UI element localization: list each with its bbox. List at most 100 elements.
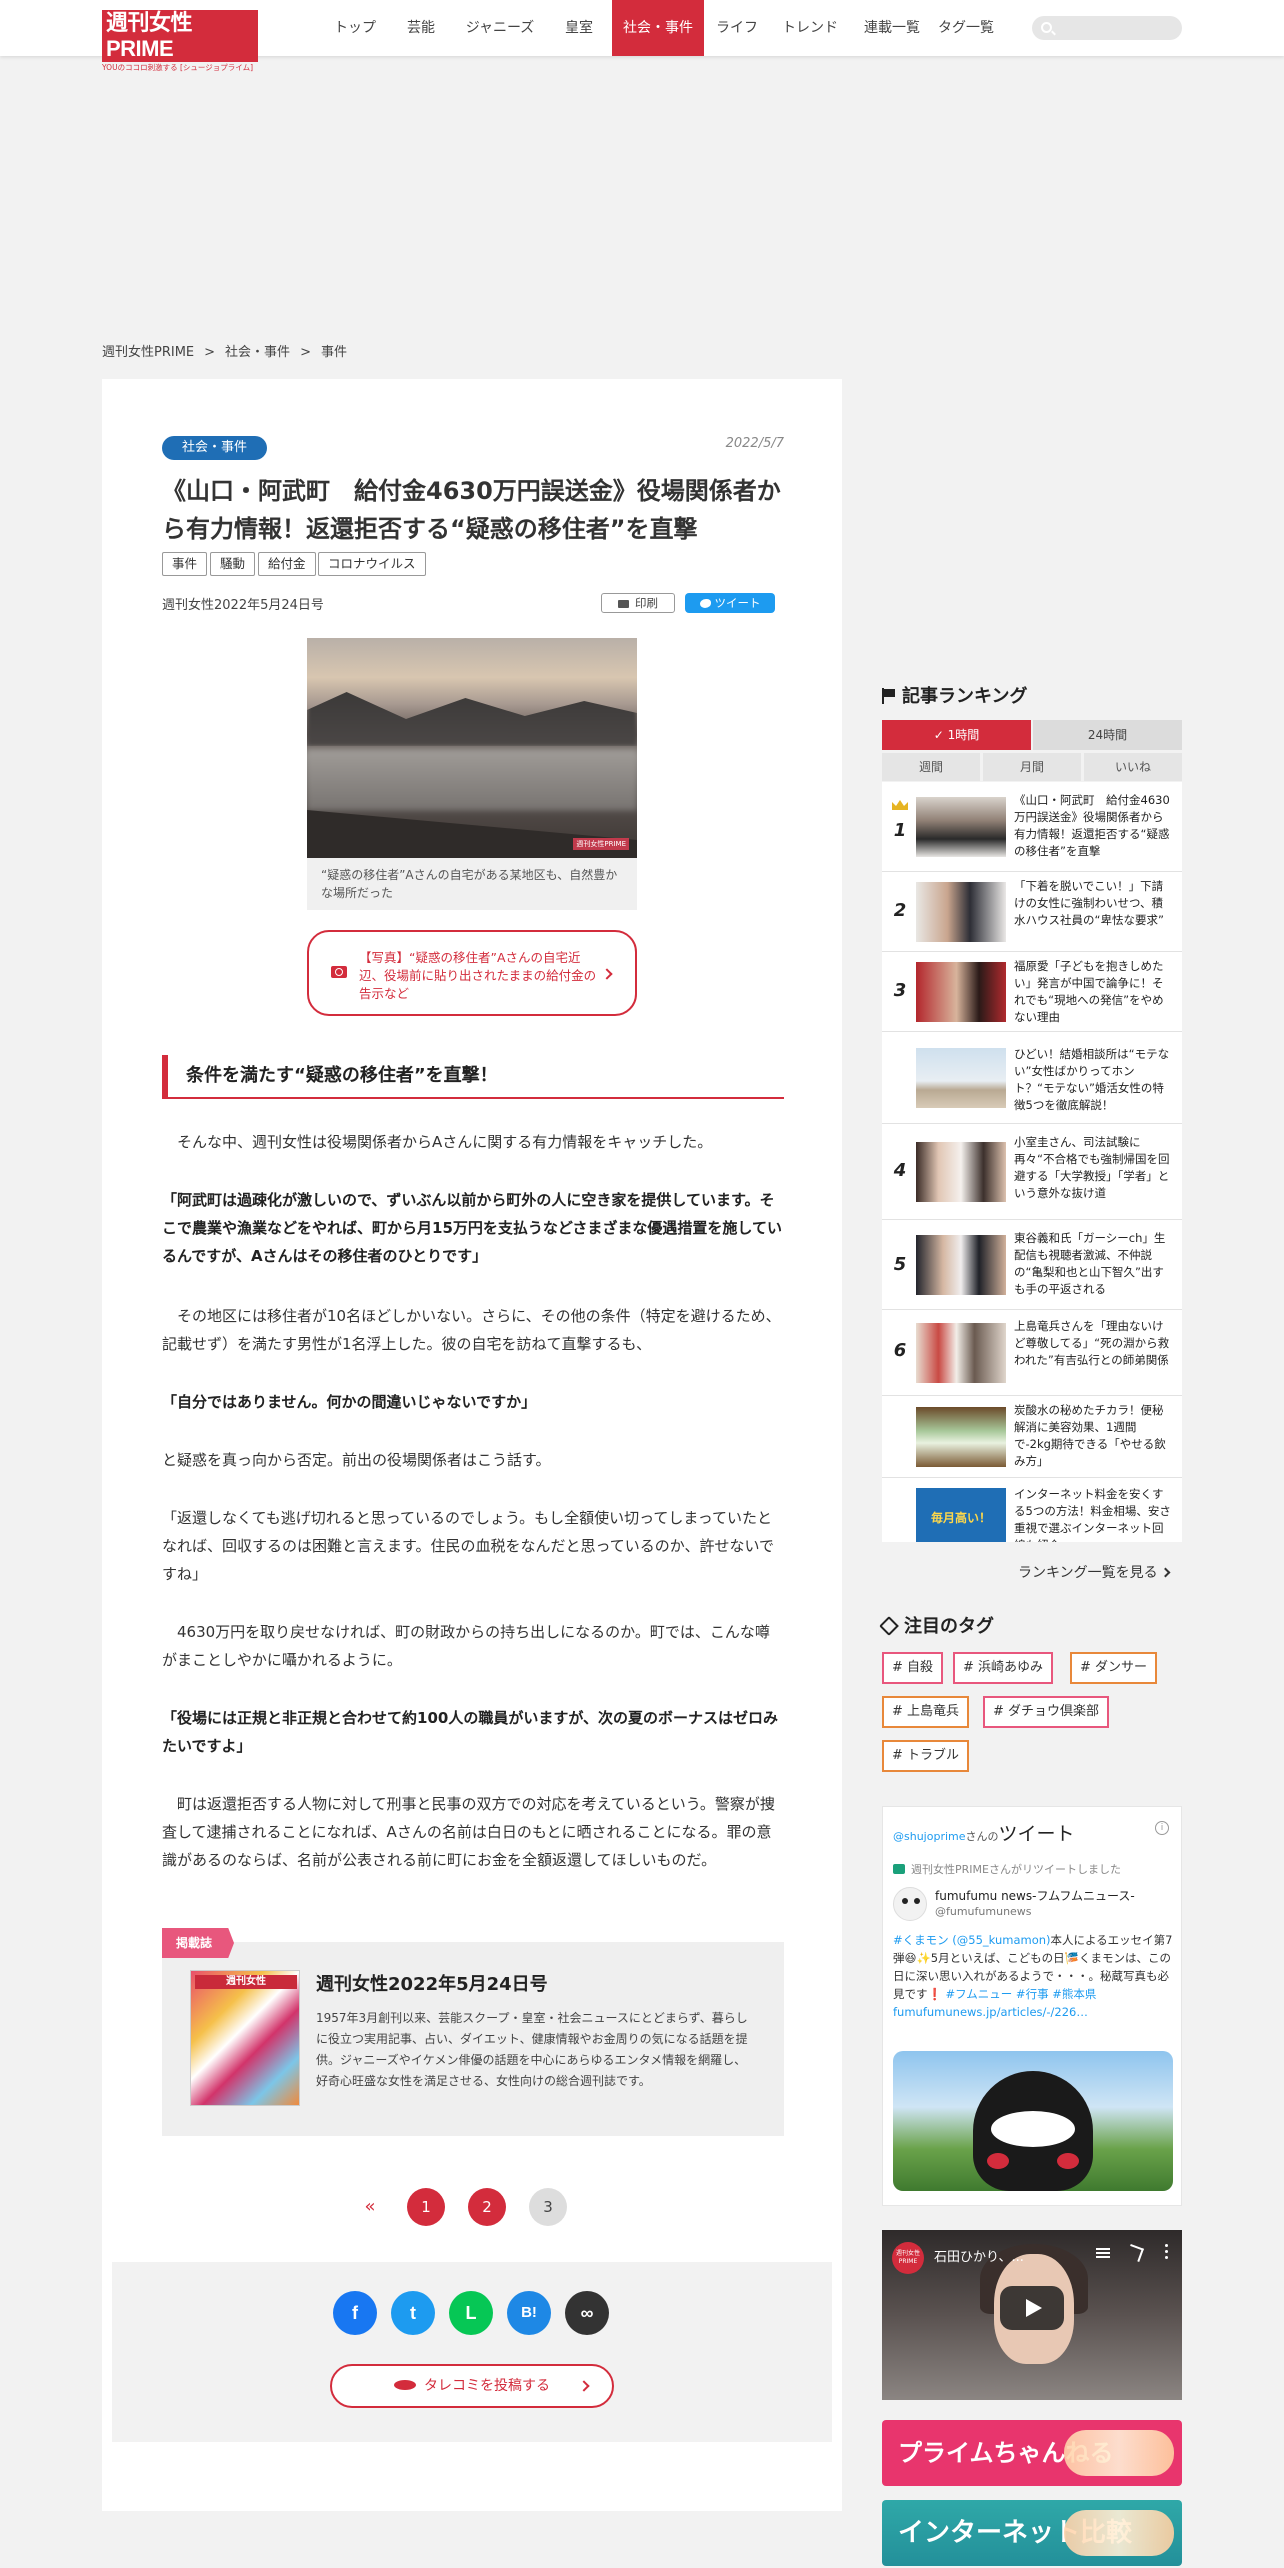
tweet-image[interactable] [893, 2051, 1173, 2191]
nav-series[interactable]: 連載一覧 [852, 0, 932, 56]
play-icon[interactable] [1000, 2286, 1064, 2330]
article-tag[interactable]: 給付金 [258, 552, 316, 576]
ranking-item[interactable]: 5 東谷義和氏「ガーシーch」生配信も視聴者激減、不仲説の“亀梨和也と山下智久”… [882, 1220, 1182, 1310]
nav-trend[interactable]: トレンド [770, 0, 850, 56]
chevron-right-icon [601, 968, 613, 980]
share-icon[interactable] [1126, 2244, 1144, 2262]
hot-tags-title-text: 注目のタグ [904, 1616, 994, 1637]
search-box[interactable] [1032, 16, 1182, 40]
playlist-icon[interactable] [1096, 2248, 1110, 2258]
nav-society[interactable]: 社会・事件 [612, 0, 704, 56]
printer-icon [618, 600, 629, 608]
camera-icon [331, 966, 347, 978]
ranking-thumbnail [916, 1048, 1006, 1108]
ranking-thumbnail [916, 962, 1006, 1022]
prime-channel-banner[interactable]: プライムちゃんねる [882, 2420, 1182, 2486]
ranking-more-link[interactable]: ランキング一覧を見る [1018, 1562, 1171, 1582]
ranking-tab-24hour[interactable]: 24時間 [1033, 720, 1182, 750]
search-input[interactable] [1060, 18, 1176, 38]
twitter-header: @shujoprimeさんのツイート [893, 1819, 1075, 1846]
ranking-item[interactable]: 3 福原愛「子どもを抱きしめたい」発言が中国で論争に！それでも“現地への発信”を… [882, 952, 1182, 1032]
hot-tag[interactable]: # ダンサー [1070, 1652, 1158, 1684]
hot-tag[interactable]: # 自殺 [882, 1652, 944, 1684]
more-vertical-icon[interactable] [1165, 2244, 1168, 2247]
nav-imperial[interactable]: 皇室 [548, 0, 610, 56]
nav-tags[interactable]: タグ一覧 [934, 0, 998, 56]
facebook-share-button[interactable]: f [333, 2291, 377, 2335]
tweet-button[interactable]: ツイート [685, 593, 775, 613]
category-badge[interactable]: 社会・事件 [162, 436, 268, 460]
hatena-share-button[interactable]: B! [507, 2291, 551, 2335]
article-paragraph: と疑惑を真っ向から否定。前出の役場関係者はこう話す。 [162, 1451, 551, 1469]
print-button[interactable]: 印刷 [601, 593, 675, 613]
info-icon[interactable]: i [1155, 1821, 1169, 1835]
hot-tag[interactable]: # ダチョウ倶楽部 [983, 1696, 1110, 1728]
logo-tagline: YOUのココロ刺激する [シュージョプライム] [102, 63, 253, 72]
tweet-hashtag-link[interactable]: #くまモン [893, 1933, 949, 1947]
article-paragraph: 町は返還拒否する人物に対して刑事と民事の双方での対応を考えているという。警察が捜… [162, 1795, 775, 1869]
line-share-button[interactable]: L [449, 2291, 493, 2335]
tip-submit-label: タレコミを投稿する [424, 2378, 550, 2394]
ranking-item[interactable]: 毎月高い！ インターネット料金を安くする5つの方法！料金相場、安さ重視で選ぶイン… [882, 1478, 1182, 1542]
kumamon-figure [973, 2071, 1093, 2191]
tweet-mention-link[interactable]: (@55_kumamon) [952, 1933, 1050, 1947]
twitter-timeline[interactable]: @shujoprimeさんのツイート i 週刊女性PRIMEさんがリツイートしま… [882, 1806, 1182, 2206]
tweet-url[interactable]: fumufumunews.jp/articles/-/226… [893, 2005, 1088, 2019]
nav-johnnys[interactable]: ジャニーズ [454, 0, 546, 56]
retweet-text: 週刊女性PRIMEさんがリツイートしました [911, 1863, 1121, 1876]
breadcrumb-society[interactable]: 社会・事件 [225, 345, 290, 360]
copy-link-button[interactable]: ∞ [565, 2291, 609, 2335]
rank-number: 2 [893, 900, 907, 921]
cover-title: 週刊女性 [195, 1975, 297, 1989]
photo-credit: 週刊女性PRIME [573, 838, 629, 850]
breadcrumb-separator: > [300, 345, 311, 360]
ranking-item[interactable]: 1 《山口・阿武町 給付金4630万円誤送金》役場関係者から有力情報！返還拒否す… [882, 782, 1182, 872]
rank-number: 4 [893, 1160, 907, 1181]
site-logo[interactable]: 週刊女性PRIME YOUのココロ刺激する [シュージョプライム] [102, 10, 258, 72]
hot-tag[interactable]: # トラブル [882, 1740, 970, 1772]
nav-entertainment[interactable]: 芸能 [390, 0, 452, 56]
magazine-cover[interactable]: 週刊女性 [190, 1970, 300, 2106]
hot-tag[interactable]: # 上島竜兵 [882, 1696, 970, 1728]
tip-submit-button[interactable]: タレコミを投稿する [330, 2364, 614, 2408]
ranking-item[interactable]: 4 小室圭さん、司法試験に再々“不合格でも強制帰国を回避する「大学教授」「学者」… [882, 1124, 1182, 1220]
magazine-title[interactable]: 週刊女性2022年5月24日号 [316, 1970, 548, 1996]
ranking-item[interactable]: ひどい！結婚相談所は“モテない”女性ばかりってホント？“モテない”婚活女性の特徴… [882, 1032, 1182, 1124]
pagination-prev[interactable]: « [360, 2188, 380, 2226]
nav-top[interactable]: トップ [322, 0, 388, 56]
ranking-item[interactable]: 6 上島竜兵さんを「理由ないけど尊敬してる」“死の淵から救われた”有吉弘行との師… [882, 1310, 1182, 1396]
ranking-item-title: 福原愛「子どもを抱きしめたい」発言が中国で論争に！それでも“現地への発信”をやめ… [1014, 959, 1164, 1024]
ranking-subtab-weekly[interactable]: 週間 [882, 753, 980, 781]
flag-icon [882, 688, 896, 704]
breadcrumb-incident[interactable]: 事件 [321, 345, 347, 360]
twitter-handle-link[interactable]: @shujoprime [893, 1830, 966, 1843]
pagination-page-1[interactable]: 1 [407, 2188, 445, 2226]
photo-gallery-link[interactable]: 【写真】“疑惑の移住者”Aさんの自宅近辺、役場前に貼り出されたままの給付金の告示… [307, 930, 637, 1016]
photo-caption: “疑惑の移住者”Aさんの自宅がある某地区も、自然豊かな場所だった [307, 858, 637, 910]
tweet-author-handle[interactable]: @fumufumunews [935, 1905, 1032, 1918]
ranking-subtab-likes[interactable]: いいね [1084, 753, 1182, 781]
article-tag[interactable]: コロナウイルス [318, 552, 426, 576]
tweet-hashtags[interactable]: #フムニュー #行事 #熊本県 [945, 1987, 1096, 2001]
ranking-tab-1hour[interactable]: ✓ 1時間 [882, 720, 1031, 750]
nav-life[interactable]: ライフ [706, 0, 768, 56]
twitter-header-text: ツイート [998, 1823, 1075, 1845]
tweet-label: ツイート [714, 596, 761, 610]
ranking-item[interactable]: 2 「下着を脱いでこい！」下請けの女性に強制わいせつ、積水ハウス社員の“卑怯な要… [882, 872, 1182, 952]
article-paragraph: 4630万円を取り戻せなければ、町の財政からの持ち出しになるのか。町では、こんな… [162, 1623, 770, 1669]
tag-icon [879, 1616, 899, 1636]
video-title[interactable]: 石田ひかり、... [934, 2246, 1024, 2265]
breadcrumb-home[interactable]: 週刊女性PRIME [102, 345, 194, 360]
article-tag[interactable]: 事件 [162, 552, 208, 576]
ranking-item[interactable]: 炭酸水の秘めたチカラ！便秘解消に美容効果、1週間で-2kg期待できる「やせる飲み… [882, 1396, 1182, 1478]
tweet-avatar[interactable] [893, 1887, 927, 1921]
video-embed[interactable]: 週刊女性PRIME 石田ひかり、... [882, 2230, 1182, 2400]
article-tag[interactable]: 騒動 [210, 552, 256, 576]
article-photo[interactable]: 週刊女性PRIME [307, 638, 637, 858]
ranking-subtab-monthly[interactable]: 月間 [983, 753, 1081, 781]
hot-tag[interactable]: # 浜崎あゆみ [953, 1652, 1054, 1684]
tweet-author-name[interactable]: fumufumu news-フムフムニュース- [935, 1887, 1135, 1904]
pagination-page-2[interactable]: 2 [468, 2188, 506, 2226]
internet-compare-banner[interactable]: インターネット比較 [882, 2500, 1182, 2566]
twitter-share-button[interactable]: t [391, 2291, 435, 2335]
